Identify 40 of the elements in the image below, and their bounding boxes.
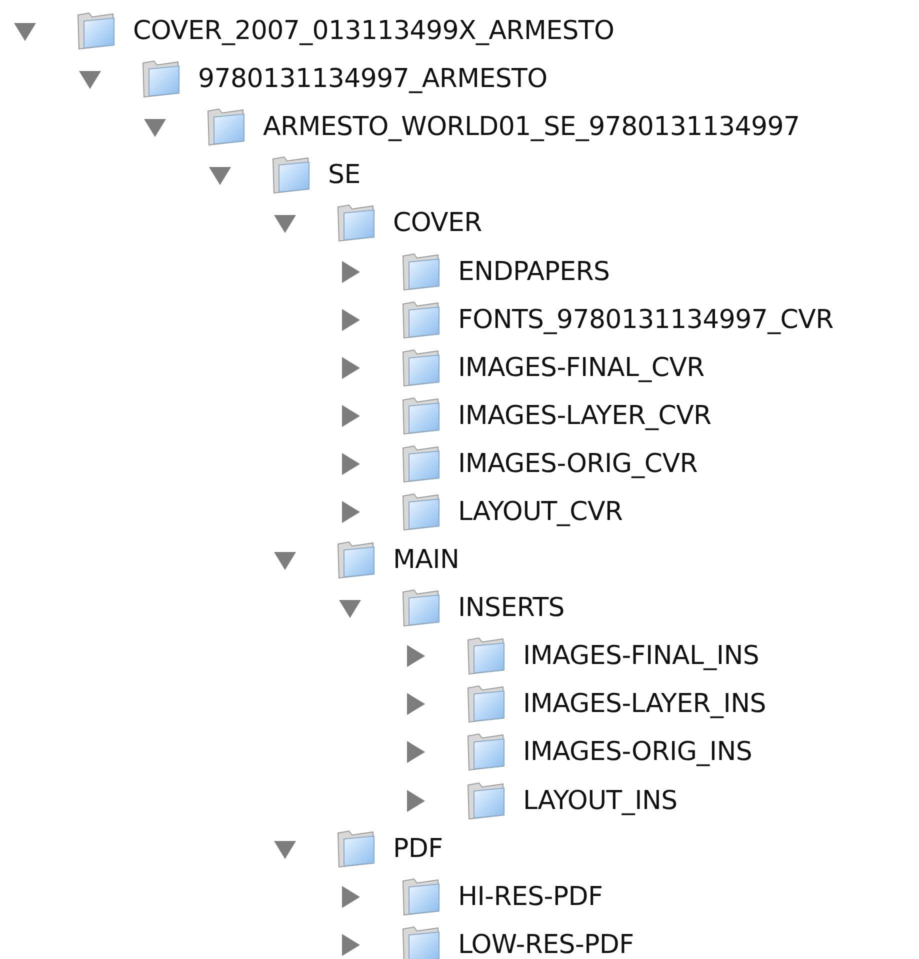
folder-name[interactable]: ARMESTO_WORLD01_SE_9780131134997 (263, 112, 800, 142)
folder-name[interactable]: HI-RES-PDF (458, 882, 603, 912)
folder-name[interactable]: IMAGES-ORIG_CVR (458, 448, 698, 479)
folder-name[interactable]: IMAGES-FINAL_INS (523, 641, 760, 672)
folder-icon (400, 444, 442, 484)
folder-icon (465, 732, 507, 772)
folder-icon (335, 203, 377, 244)
folder-name[interactable]: MAIN (393, 545, 460, 576)
folder-icon (75, 11, 117, 52)
folder-icon (335, 540, 377, 580)
folder-icon (400, 300, 442, 340)
folder-icon (400, 348, 442, 388)
folder-name[interactable]: IMAGES-LAYER_INS (523, 689, 766, 720)
folder-name[interactable]: FONTS_9780131134997_CVR (458, 304, 834, 335)
folder-icon (140, 59, 182, 100)
folder-name[interactable]: LOW-RES-PDF (458, 930, 634, 959)
folder-icon (400, 252, 442, 292)
folder-icon (400, 876, 442, 917)
folder-icon (465, 684, 507, 724)
folder-name[interactable]: INSERTS (458, 593, 565, 624)
folder-icon (400, 924, 442, 959)
folder-name[interactable]: IMAGES-ORIG_INS (523, 737, 752, 768)
folder-name[interactable]: COVER_2007_013113499X_ARMESTO (133, 16, 614, 46)
folder-name[interactable]: IMAGES-FINAL_CVR (458, 352, 704, 383)
folder-icon (205, 107, 247, 148)
folder-icon (400, 396, 442, 436)
folder-name[interactable]: IMAGES-LAYER_CVR (458, 400, 712, 431)
folder-name[interactable]: 9780131134997_ARMESTO (198, 64, 548, 94)
folder-name[interactable]: SE (328, 160, 360, 190)
folder-name[interactable]: LAYOUT_INS (523, 786, 678, 816)
folder-icon (400, 492, 442, 532)
folder-icon (270, 155, 312, 196)
folder-icon (465, 780, 507, 821)
folder-name[interactable]: PDF (393, 834, 443, 864)
folder-name[interactable]: COVER (393, 208, 482, 238)
folder-name[interactable]: LAYOUT_CVR (458, 496, 623, 527)
folder-icon (400, 588, 442, 628)
folder-name[interactable]: ENDPAPERS (458, 256, 610, 287)
folder-icon (335, 828, 377, 869)
folder-icon (465, 636, 507, 676)
